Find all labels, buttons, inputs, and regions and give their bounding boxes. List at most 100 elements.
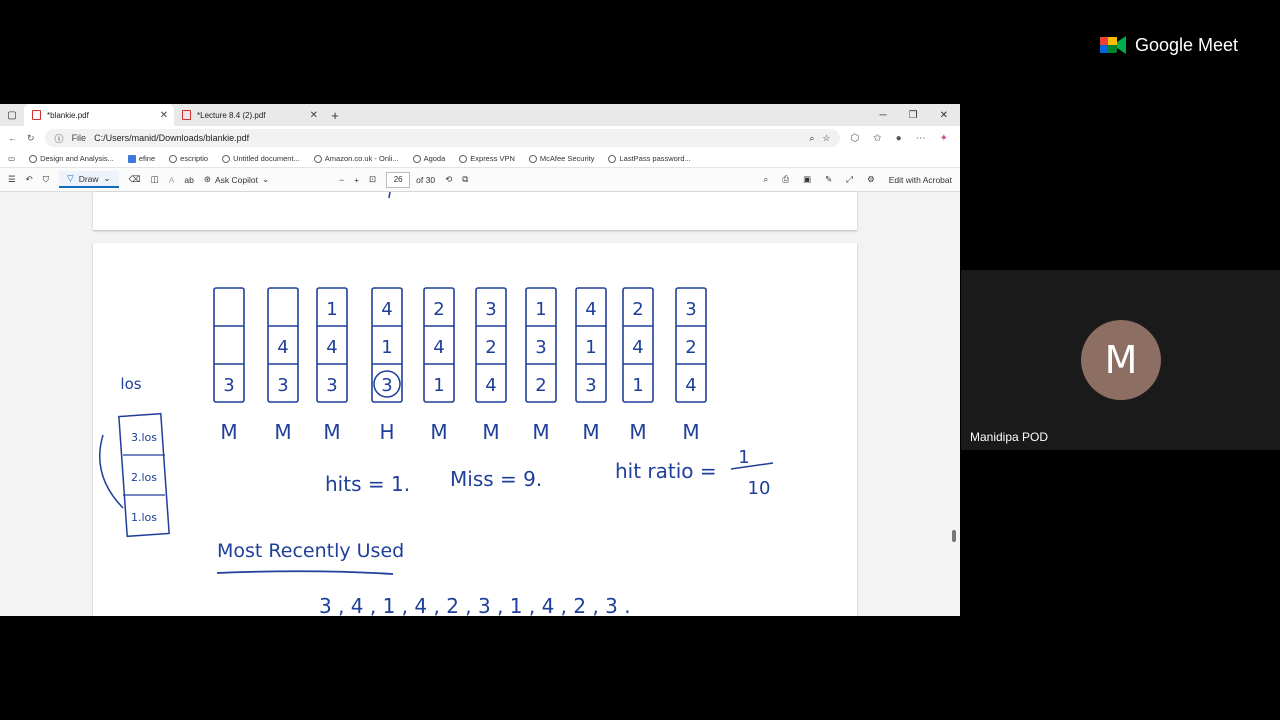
browser-window: ▢ *blankie.pdf ✕ *Lecture 8.4 (2).pdf ✕ … — [0, 104, 960, 616]
pdf-toolbar: ☰ ↶ ⛉ ▽ Draw ⌄ ⌫ ◫ A ab ⊛ Ask Copilot ⌄ … — [0, 168, 960, 192]
text-icon[interactable]: A — [169, 175, 175, 185]
ratio-numerator: 1 — [738, 447, 749, 468]
bookmark-item[interactable]: Design and Analysis... — [29, 154, 114, 163]
print-icon[interactable]: ⎙ — [782, 174, 789, 185]
page-number-input[interactable]: 26 — [386, 171, 411, 188]
back-icon[interactable]: ← — [8, 133, 17, 143]
new-tab-icon[interactable]: + — [324, 108, 346, 123]
close-tab-icon[interactable]: ✕ — [310, 110, 318, 121]
mru-heading: Most Recently Used — [217, 540, 404, 562]
frame-value: 3 — [685, 299, 696, 320]
globe-icon — [412, 154, 421, 163]
participant-name: Manidipa POD — [970, 430, 1049, 444]
page-total: of 30 — [416, 174, 436, 185]
fit-page-icon[interactable]: ⊡ — [369, 174, 376, 185]
highlight-icon[interactable]: ⛉ — [43, 174, 49, 185]
doc-icon — [127, 154, 136, 163]
url-text: C:/Users/manid/Downloads/blankie.pdf — [94, 133, 250, 143]
vertical-scrollbar[interactable] — [951, 200, 957, 610]
rotate-icon[interactable]: ⟲ — [445, 174, 452, 185]
zoom-icon[interactable]: ⌕ — [809, 133, 814, 144]
profile-icon[interactable]: ● — [896, 133, 902, 144]
chevron-down-icon: ⌄ — [103, 173, 111, 183]
page-view-icon[interactable]: ◫ — [151, 174, 159, 185]
result-label: M — [532, 420, 549, 444]
more-icon[interactable]: ⋯ — [916, 133, 926, 144]
scrollbar-thumb[interactable] — [952, 530, 956, 542]
frame-value: 4 — [632, 337, 643, 358]
globe-icon — [528, 154, 537, 163]
participant-tile[interactable]: M Manidipa POD — [961, 270, 1280, 450]
ratio-denominator: 10 — [748, 478, 771, 499]
restore-icon[interactable]: ❐ — [909, 110, 918, 121]
zoom-in-icon[interactable]: + — [354, 175, 359, 185]
tab-actions-icon[interactable]: ▢ — [0, 110, 24, 121]
bookmark-item[interactable]: McAfee Security — [528, 154, 594, 163]
previous-page — [93, 191, 857, 230]
previous-page-ink — [388, 191, 391, 199]
heading-underline — [216, 570, 394, 575]
globe-icon — [313, 154, 322, 163]
copilot-button[interactable]: ⊛ Ask Copilot ⌄ — [204, 174, 269, 185]
timestamp-value: 3.los — [131, 431, 157, 444]
frame-value: 2 — [485, 337, 496, 358]
frame-value: 4 — [433, 337, 444, 358]
copilot-icon[interactable]: ✦ — [940, 133, 948, 144]
window-controls: ─ ❐ ✕ — [880, 110, 960, 121]
fullscreen-icon[interactable]: ⤢ — [846, 174, 853, 185]
frame-value: 3 — [277, 375, 288, 396]
close-window-icon[interactable]: ✕ — [940, 110, 948, 121]
favorite-star-icon[interactable]: ☆ — [822, 133, 830, 144]
bookmark-item[interactable]: escriptio — [169, 154, 208, 163]
close-tab-icon[interactable]: ✕ — [160, 110, 168, 121]
save-as-icon[interactable]: ✎ — [825, 174, 832, 185]
tab-label: *Lecture 8.4 (2).pdf — [197, 110, 266, 120]
favorites-icon[interactable]: ✩ — [873, 133, 881, 144]
contents-icon[interactable]: ☰ — [8, 174, 16, 185]
bookmarks-bar: ▭ Design and Analysis... efine escriptio… — [0, 150, 960, 168]
bookmark-item[interactable]: Agoda — [412, 154, 445, 163]
save-icon[interactable]: ▣ — [803, 174, 811, 185]
frame-value: 2 — [632, 299, 643, 320]
chevron-down-icon: ⌄ — [261, 174, 270, 184]
settings-gear-icon[interactable]: ⚙ — [867, 174, 875, 185]
result-label: M — [274, 420, 291, 444]
browser-actions: ⬡ ✩ ● ⋯ ✦ — [850, 133, 952, 144]
timestamp-value: 2.los — [131, 471, 157, 484]
eraser-icon[interactable]: ⌫ — [129, 174, 141, 185]
minimize-icon[interactable]: ─ — [880, 110, 887, 121]
tab-bar: ▢ *blankie.pdf ✕ *Lecture 8.4 (2).pdf ✕ … — [0, 104, 960, 126]
ratio-label: hit ratio = — [615, 459, 717, 483]
url-input[interactable]: ⓘ File C:/Users/manid/Downloads/blankie.… — [44, 129, 841, 147]
read-aloud-icon[interactable]: ab — [184, 175, 193, 185]
bookmark-item[interactable]: Untitled document... — [222, 154, 300, 163]
search-icon[interactable]: ⌕ — [764, 174, 769, 185]
pdf-viewer[interactable]: 3 M 4 3 M 1 4 3 M 4 1 3 H 2 4 1 M 3 2 4 M 1 3 2 M 4 1 3 M 2 4 1 M 3 2 4 Mlos… — [0, 191, 960, 616]
bookmark-item[interactable]: LastPass password... — [608, 154, 691, 163]
bookmarks-icon[interactable]: ▭ — [8, 154, 15, 163]
zoom-out-icon[interactable]: − — [339, 175, 344, 185]
draw-label: Draw — [78, 173, 99, 184]
result-label: M — [323, 420, 340, 444]
extensions-icon[interactable]: ⬡ — [850, 133, 859, 144]
draw-button[interactable]: ▽ Draw ⌄ — [59, 171, 119, 188]
edit-acrobat-button[interactable]: Edit with Acrobat — [889, 175, 952, 185]
timestamp-label: los — [120, 375, 141, 393]
bookmark-item[interactable]: Express VPN — [459, 154, 515, 163]
hits-text: hits = 1. — [325, 472, 410, 496]
frame-value: 2 — [685, 337, 696, 358]
undo-icon[interactable]: ↶ — [26, 174, 33, 185]
avatar: M — [1081, 320, 1161, 400]
tab-blankie[interactable]: *blankie.pdf ✕ — [24, 104, 174, 126]
bookmark-item[interactable]: efine — [127, 154, 155, 163]
frame-value: 3 — [223, 375, 234, 396]
bookmark-item[interactable]: Amazon.co.uk - Onli... — [313, 154, 399, 163]
pdf-icon — [32, 110, 41, 120]
two-page-icon[interactable]: ⧉ — [462, 174, 468, 185]
refresh-icon[interactable]: ↻ — [27, 133, 35, 144]
tab-lecture[interactable]: *Lecture 8.4 (2).pdf ✕ — [174, 104, 324, 126]
bookmark-icon — [29, 154, 38, 163]
page-navigator: 26 of 30 — [386, 171, 436, 188]
url-scheme: File — [71, 133, 87, 143]
meet-camera-icon — [1100, 36, 1126, 54]
